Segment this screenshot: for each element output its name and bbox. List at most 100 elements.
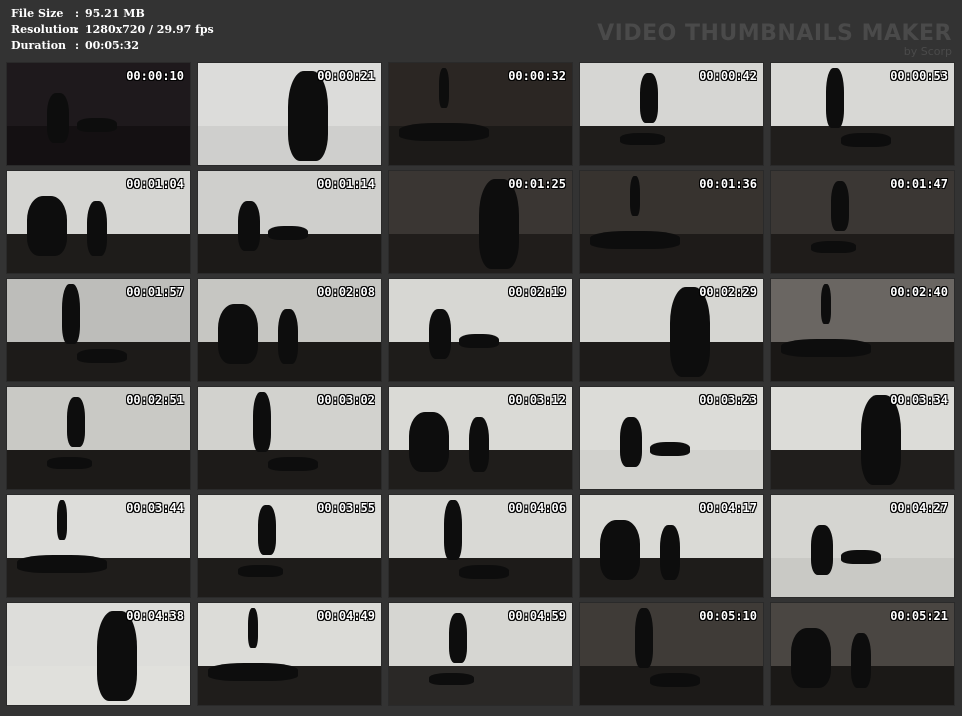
thumbnail-figure <box>590 231 680 249</box>
thumbnail-figure <box>650 673 700 687</box>
thumbnail-19[interactable]: 00:03:23 <box>579 386 764 490</box>
thumbnail-figure <box>268 457 318 471</box>
thumbnail-figure <box>429 309 451 359</box>
thumbnail-2[interactable]: 00:00:21 <box>197 62 382 166</box>
brand-watermark: VIDEO THUMBNAILS MAKER by Scorp <box>597 22 952 58</box>
thumbnail-figure <box>811 241 856 253</box>
thumbnail-30[interactable]: 00:05:21 <box>770 602 955 706</box>
thumbnail-figure <box>459 334 499 348</box>
thumbnail-timestamp: 00:03:34 <box>890 393 948 407</box>
thumbnail-figure <box>469 417 489 472</box>
thumbnail-6[interactable]: 00:01:04 <box>6 170 191 274</box>
thumbnail-floor <box>7 450 190 489</box>
thumbnail-13[interactable]: 00:02:19 <box>388 278 573 382</box>
thumbnail-timestamp: 00:02:51 <box>126 393 184 407</box>
thumbnail-floor <box>389 342 572 381</box>
thumbnail-figure <box>27 196 67 256</box>
thumbnail-figure <box>660 525 680 580</box>
brand-title: VIDEO THUMBNAILS MAKER <box>597 21 952 46</box>
thumbnail-figure <box>449 613 467 663</box>
thumbnail-figure <box>258 505 276 555</box>
thumbnail-timestamp: 00:01:25 <box>508 177 566 191</box>
thumbnail-18[interactable]: 00:03:12 <box>388 386 573 490</box>
thumbnail-timestamp: 00:03:55 <box>317 501 375 515</box>
thumbnail-23[interactable]: 00:04:06 <box>388 494 573 598</box>
thumbnail-figure <box>650 442 690 456</box>
thumbnail-timestamp: 00:00:10 <box>126 69 184 83</box>
thumbnail-figure <box>238 565 283 577</box>
thumbnail-floor <box>580 126 763 165</box>
thumbnail-floor <box>198 234 381 273</box>
thumbnail-figure <box>253 392 271 452</box>
thumbnail-figure <box>439 68 449 108</box>
resolution-label: Resolution <box>11 23 78 36</box>
thumbnail-11[interactable]: 00:01:57 <box>6 278 191 382</box>
thumbnail-20[interactable]: 00:03:34 <box>770 386 955 490</box>
thumbnail-figure <box>841 550 881 564</box>
thumbnail-figure <box>831 181 849 231</box>
thumbnail-17[interactable]: 00:03:02 <box>197 386 382 490</box>
thumbnail-5[interactable]: 00:00:53 <box>770 62 955 166</box>
thumbnail-figure <box>781 339 871 357</box>
thumbnail-25[interactable]: 00:04:27 <box>770 494 955 598</box>
thumbnail-figure <box>77 118 117 132</box>
thumbnail-figure <box>87 201 107 256</box>
resolution-separator: : <box>75 23 80 36</box>
thumbnail-8[interactable]: 00:01:25 <box>388 170 573 274</box>
thumbnail-10[interactable]: 00:01:47 <box>770 170 955 274</box>
brand-subtitle: by Scorp <box>903 45 952 58</box>
thumbnail-floor <box>7 126 190 165</box>
thumbnail-figure <box>57 500 67 540</box>
thumbnail-timestamp: 00:02:29 <box>699 285 757 299</box>
thumbnail-figure <box>268 226 308 240</box>
thumbnail-figure <box>620 417 642 467</box>
duration-label: Duration <box>11 39 67 52</box>
thumbnail-29[interactable]: 00:05:10 <box>579 602 764 706</box>
file-size-label: File Size <box>11 7 64 20</box>
thumbnail-timestamp: 00:05:21 <box>890 609 948 623</box>
thumbnail-timestamp: 00:04:06 <box>508 501 566 515</box>
thumbnail-16[interactable]: 00:02:51 <box>6 386 191 490</box>
thumbnail-figure <box>62 284 80 344</box>
thumbnail-floor <box>771 558 954 597</box>
thumbnail-timestamp: 00:01:04 <box>126 177 184 191</box>
thumbnail-9[interactable]: 00:01:36 <box>579 170 764 274</box>
file-size-separator: : <box>75 7 80 20</box>
thumbnail-14[interactable]: 00:02:29 <box>579 278 764 382</box>
thumbnail-21[interactable]: 00:03:44 <box>6 494 191 598</box>
thumbnail-figure <box>630 176 640 216</box>
thumbnail-floor <box>198 558 381 597</box>
thumbnail-26[interactable]: 00:04:38 <box>6 602 191 706</box>
thumbnail-figure <box>429 673 474 685</box>
thumbnail-figure <box>640 73 658 123</box>
thumbnail-timestamp: 00:04:27 <box>890 501 948 515</box>
thumbnail-figure <box>600 520 640 580</box>
thumbnail-figure <box>444 500 462 560</box>
thumbnail-7[interactable]: 00:01:14 <box>197 170 382 274</box>
thumbnail-figure <box>620 133 665 145</box>
thumbnail-timestamp: 00:04:17 <box>699 501 757 515</box>
thumbnail-figure <box>861 395 901 485</box>
thumbnail-15[interactable]: 00:02:40 <box>770 278 955 382</box>
thumbnail-27[interactable]: 00:04:49 <box>197 602 382 706</box>
thumbnail-timestamp: 00:02:08 <box>317 285 375 299</box>
thumbnail-figure <box>851 633 871 688</box>
thumbnail-figure <box>47 457 92 469</box>
thumbnail-timestamp: 00:01:47 <box>890 177 948 191</box>
thumbnail-figure <box>47 93 69 143</box>
thumbnail-24[interactable]: 00:04:17 <box>579 494 764 598</box>
thumbnail-figure <box>826 68 844 128</box>
duration-separator: : <box>75 39 80 52</box>
thumbnail-figure <box>288 71 328 161</box>
thumbnail-timestamp: 00:00:42 <box>699 69 757 83</box>
thumbnail-timestamp: 00:04:49 <box>317 609 375 623</box>
thumbnail-1[interactable]: 00:00:10 <box>6 62 191 166</box>
thumbnail-figure <box>67 397 85 447</box>
thumbnail-3[interactable]: 00:00:32 <box>388 62 573 166</box>
thumbnail-timestamp: 00:03:12 <box>508 393 566 407</box>
thumbnail-12[interactable]: 00:02:08 <box>197 278 382 382</box>
thumbnail-28[interactable]: 00:04:59 <box>388 602 573 706</box>
thumbnail-4[interactable]: 00:00:42 <box>579 62 764 166</box>
thumbnail-22[interactable]: 00:03:55 <box>197 494 382 598</box>
thumbnail-timestamp: 00:02:19 <box>508 285 566 299</box>
